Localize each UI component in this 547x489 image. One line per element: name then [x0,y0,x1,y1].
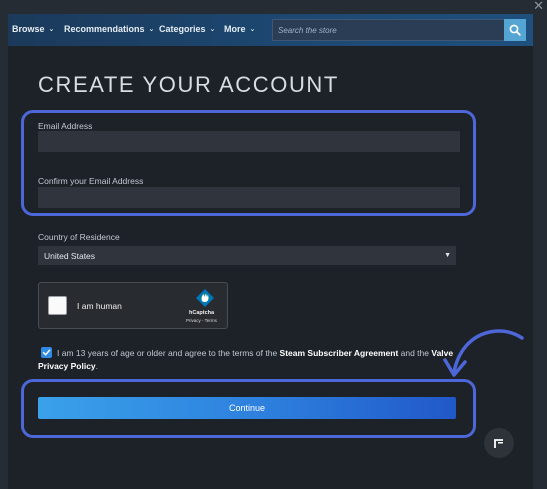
agreement-text-part: and the [398,348,432,358]
window-frame-top [0,0,547,14]
window-frame-left [0,0,8,489]
agreement-text-part: I am 13 years of age or older and agree … [57,348,280,358]
search-input[interactable] [273,20,503,40]
captcha-checkbox[interactable] [48,296,67,315]
country-label: Country of Residence [38,232,120,242]
scroll-to-top-button[interactable] [484,428,514,458]
nav-more-label: More [224,24,246,34]
hcaptcha-privacy-terms[interactable]: Privacy - Terms [186,318,217,323]
agreement-text-part: . [95,361,99,371]
country-select-value: United States [44,250,96,261]
chevron-down-icon: ⌄ [249,26,256,33]
nav-recommendations-label: Recommendations [64,24,145,34]
nav-more[interactable]: More ⌄ [224,24,255,34]
agreement-text: I am 13 years of age or older and agree … [38,347,458,373]
nav-recommendations[interactable]: Recommendations ⌄ [64,24,154,34]
store-search [272,19,504,41]
hcaptcha-widget: I am human hCaptcha Privacy - Terms [38,282,228,329]
close-icon[interactable]: ✕ [533,0,544,14]
continue-button[interactable]: Continue [38,397,456,419]
nav-browse[interactable]: Browse ⌄ [12,24,54,34]
chevron-down-icon: ⌄ [209,26,216,33]
confirm-email-label: Confirm your Email Address [38,176,144,186]
chevron-down-icon: ⌄ [148,26,155,33]
nav-browse-label: Browse [12,24,45,34]
hcaptcha-brand: hCaptcha [189,310,215,316]
chevron-down-icon: ▼ [444,252,451,259]
page-title: CREATE YOUR ACCOUNT [38,72,339,97]
hcaptcha-logo-icon [196,289,214,307]
email-label: Email Address [38,121,93,131]
country-select[interactable]: United States ▼ [38,246,456,265]
nav-categories-label: Categories [159,24,206,34]
window-frame-right [533,0,547,489]
corner-arrow-icon [494,439,503,448]
confirm-email-field[interactable] [38,187,460,208]
email-field[interactable] [38,131,460,152]
create-account-panel [8,46,533,489]
captcha-label: I am human [77,301,122,311]
subscriber-agreement-link[interactable]: Steam Subscriber Agreement [280,348,399,358]
nav-categories[interactable]: Categories ⌄ [159,24,215,34]
chevron-down-icon: ⌄ [48,26,55,33]
search-icon [509,24,521,36]
search-button[interactable] [504,19,526,41]
